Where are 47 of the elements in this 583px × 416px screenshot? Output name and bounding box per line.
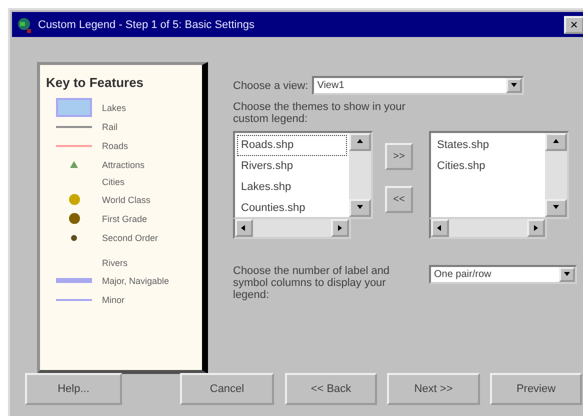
dropdown-arrow-icon[interactable] [563,270,571,278]
globe-icon [16,16,32,32]
legend-label: Major, Navigable [102,276,170,286]
close-button[interactable]: × [564,16,583,34]
list-item[interactable]: Lakes.shp [237,177,347,198]
themes-instructions: Choose the themes to show in your custom legend: [233,101,406,125]
list-item[interactable]: Counties.shp [237,198,347,217]
theme-list[interactable]: States.shp Cities.shp [429,131,569,219]
vertical-scrollbar[interactable] [349,133,371,217]
list-item[interactable]: States.shp [433,135,543,156]
scroll-right-icon[interactable] [336,224,344,232]
scroll-left-icon[interactable] [240,224,248,232]
legend-label: Minor [102,294,125,304]
dialog-button[interactable]: << Back [285,373,377,405]
scroll-right-icon[interactable] [532,224,540,232]
view-dropdown[interactable]: View1 [312,76,524,95]
legend-label: Attractions [102,160,145,170]
scroll-up-icon[interactable] [356,138,364,146]
scroll-up-icon[interactable] [552,138,560,146]
window-title: Custom Legend - Step 1 of 5: Basic Settings [38,18,256,30]
dialog-button[interactable]: Preview [490,373,582,405]
columns-instructions: Choose the number of label and symbol columns to display your legend: [233,265,391,301]
horizontal-scrollbar[interactable] [233,219,351,239]
dialog-button[interactable]: Help... [25,373,122,405]
dropdown-arrow-icon[interactable] [510,82,518,90]
dialog-button[interactable]: Cancel [180,373,274,405]
columns-dropdown[interactable]: One pair/row [429,265,577,284]
legend-label: Second Order [102,232,158,242]
add-button[interactable]: >> [385,143,413,170]
legend-label: Lakes [102,102,126,112]
list-item[interactable]: Roads.shp [237,135,347,156]
list-item[interactable]: Rivers.shp [237,156,347,177]
scroll-left-icon[interactable] [436,224,444,232]
legend-label: Roads [102,140,128,150]
legend-heading: Cities [102,177,125,187]
remove-button[interactable]: << [385,186,413,213]
dialog-button[interactable]: Next >> [387,373,480,405]
legend-heading: Rivers [102,258,128,268]
legend-label: Rail [102,122,118,132]
vertical-scrollbar[interactable] [545,133,567,217]
legend-label: World Class [102,194,150,204]
legend-label: First Grade [102,214,148,224]
horizontal-scrollbar[interactable] [429,219,547,239]
list-item[interactable]: Cities.shp [433,156,543,177]
theme-list[interactable]: Roads.shp Rivers.shp Lakes.shp Counties.shp [233,131,373,219]
view-label: Choose a view: [233,80,308,92]
legend-title: Key to Features [46,75,145,90]
